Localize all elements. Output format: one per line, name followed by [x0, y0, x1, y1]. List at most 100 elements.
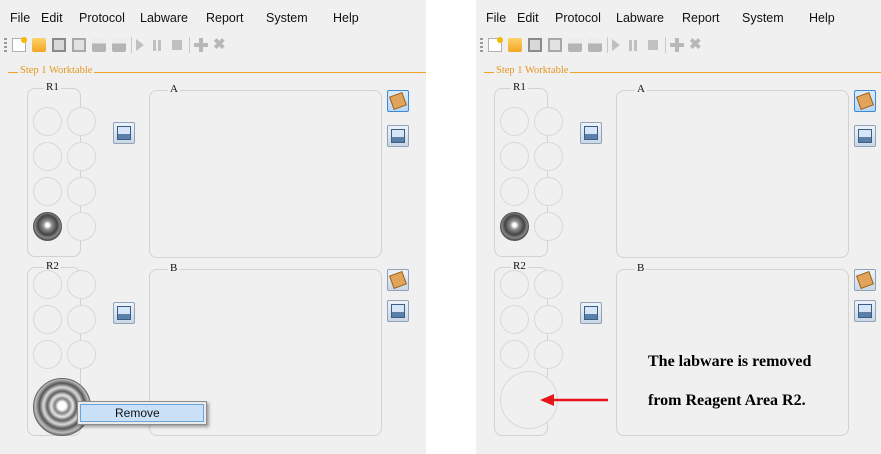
- tip-rack-button[interactable]: [854, 300, 876, 322]
- tip-rack-button[interactable]: [387, 125, 409, 147]
- tip-rack-icon: [584, 126, 598, 140]
- menu-report[interactable]: Report: [682, 11, 720, 25]
- area-label-a: A: [635, 83, 647, 95]
- play-icon[interactable]: [136, 39, 144, 51]
- menu-labware[interactable]: Labware: [616, 11, 664, 25]
- open-icon[interactable]: [508, 38, 522, 52]
- delete-icon[interactable]: ✖: [689, 37, 703, 52]
- tip-rack-button[interactable]: [387, 300, 409, 322]
- red-arrow-icon: [540, 394, 608, 406]
- annotation-line-1: The labware is removed: [648, 353, 812, 370]
- r2-well[interactable]: [534, 305, 563, 334]
- toolbar: ✖: [0, 34, 426, 54]
- print-icon[interactable]: [568, 38, 582, 52]
- r1-well[interactable]: [534, 177, 563, 206]
- open-icon[interactable]: [32, 38, 46, 52]
- toolbar: ✖: [476, 34, 881, 54]
- pause-icon[interactable]: [629, 40, 637, 51]
- tip-rack-button[interactable]: [854, 125, 876, 147]
- toolbar-separator: [665, 37, 666, 53]
- save-as-icon[interactable]: [548, 38, 562, 52]
- menu-help[interactable]: Help: [333, 11, 359, 25]
- print-preview-icon[interactable]: [588, 38, 602, 52]
- step-label: Step 1 Worktable: [18, 65, 95, 76]
- r1-well[interactable]: [500, 107, 529, 136]
- step-label: Step 1 Worktable: [494, 65, 571, 76]
- r1-well-filled[interactable]: [33, 212, 62, 241]
- worktable-area-a[interactable]: [149, 90, 382, 258]
- menu-file[interactable]: File: [10, 11, 30, 25]
- menu-bar: File Edit Protocol Labware Report System…: [0, 9, 426, 29]
- save-as-icon[interactable]: [72, 38, 86, 52]
- labware-box-button[interactable]: [387, 90, 409, 112]
- right-window: File Edit Protocol Labware Report System…: [476, 0, 881, 454]
- stop-icon[interactable]: [648, 40, 658, 50]
- print-preview-icon[interactable]: [112, 38, 126, 52]
- add-icon[interactable]: [194, 38, 208, 52]
- r2-well[interactable]: [67, 340, 96, 369]
- menu-system[interactable]: System: [742, 11, 784, 25]
- delete-icon[interactable]: ✖: [213, 37, 227, 52]
- r1-well-filled[interactable]: [500, 212, 529, 241]
- labware-box-icon: [856, 271, 874, 289]
- r1-well[interactable]: [500, 142, 529, 171]
- add-icon[interactable]: [670, 38, 684, 52]
- print-icon[interactable]: [92, 38, 106, 52]
- r2-well[interactable]: [33, 270, 62, 299]
- r2-well[interactable]: [33, 305, 62, 334]
- r1-well[interactable]: [67, 107, 96, 136]
- r2-well[interactable]: [534, 270, 563, 299]
- labware-box-button[interactable]: [387, 269, 409, 291]
- tip-rack-icon: [391, 304, 405, 318]
- menu-file[interactable]: File: [486, 11, 506, 25]
- r1-well[interactable]: [33, 177, 62, 206]
- r1-well[interactable]: [33, 107, 62, 136]
- r1-well[interactable]: [534, 142, 563, 171]
- new-icon[interactable]: [12, 37, 27, 52]
- labware-box-icon: [389, 271, 407, 289]
- area-label-r1: R1: [44, 81, 61, 93]
- menu-protocol[interactable]: Protocol: [555, 11, 601, 25]
- left-window: File Edit Protocol Labware Report System…: [0, 0, 426, 454]
- r1-well[interactable]: [67, 212, 96, 241]
- save-icon[interactable]: [52, 38, 66, 52]
- labware-box-button[interactable]: [854, 90, 876, 112]
- save-icon[interactable]: [528, 38, 542, 52]
- menu-system[interactable]: System: [266, 11, 308, 25]
- r1-well[interactable]: [500, 177, 529, 206]
- toolbar-grip: [4, 38, 7, 52]
- tip-rack-icon: [858, 304, 872, 318]
- r2-well[interactable]: [500, 270, 529, 299]
- menu-help[interactable]: Help: [809, 11, 835, 25]
- pause-icon[interactable]: [153, 40, 161, 51]
- r1-well[interactable]: [534, 212, 563, 241]
- r2-well[interactable]: [500, 305, 529, 334]
- menu-report[interactable]: Report: [206, 11, 244, 25]
- tip-rack-icon: [117, 126, 131, 140]
- r1-well[interactable]: [534, 107, 563, 136]
- play-icon[interactable]: [612, 39, 620, 51]
- r2-well[interactable]: [500, 340, 529, 369]
- menu-edit[interactable]: Edit: [41, 11, 63, 25]
- stop-icon[interactable]: [172, 40, 182, 50]
- r2-well[interactable]: [33, 340, 62, 369]
- tip-rack-button[interactable]: [580, 122, 602, 144]
- r1-well[interactable]: [67, 142, 96, 171]
- r2-well[interactable]: [67, 270, 96, 299]
- r2-well[interactable]: [534, 340, 563, 369]
- tip-rack-button[interactable]: [113, 302, 135, 324]
- menu-edit[interactable]: Edit: [517, 11, 539, 25]
- r2-well[interactable]: [67, 305, 96, 334]
- tip-rack-button[interactable]: [580, 302, 602, 324]
- tip-rack-button[interactable]: [113, 122, 135, 144]
- menu-labware[interactable]: Labware: [140, 11, 188, 25]
- area-label-b: B: [168, 262, 180, 274]
- r1-well[interactable]: [33, 142, 62, 171]
- context-menu-remove[interactable]: Remove: [80, 404, 204, 422]
- annotation-line-2: from Reagent Area R2.: [648, 392, 806, 409]
- labware-box-button[interactable]: [854, 269, 876, 291]
- worktable-area-a[interactable]: [616, 90, 849, 258]
- new-icon[interactable]: [488, 37, 503, 52]
- r1-well[interactable]: [67, 177, 96, 206]
- menu-protocol[interactable]: Protocol: [79, 11, 125, 25]
